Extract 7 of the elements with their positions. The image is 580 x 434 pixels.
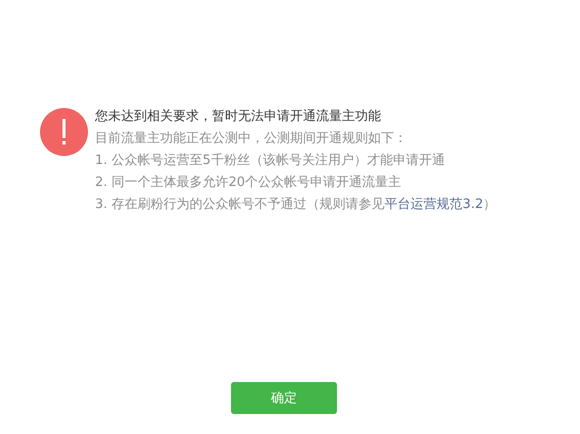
warning-icon: [40, 108, 88, 156]
rule-text: 3. 存在刷粉行为的公众帐号不予通过（规则请参见平台运营规范3.2）: [95, 196, 496, 214]
message-text: 目前流量主功能正在公测中，公测期间开通规则如下：: [95, 130, 408, 148]
rules-link[interactable]: 平台运营规范3.2: [384, 197, 484, 212]
message-title: 您未达到相关要求，暂时无法申请开通流量主功能: [95, 108, 382, 126]
rule-text: 2. 同一个主体最多允许20个公众帐号申请开通流量主: [95, 174, 402, 192]
rule-text: 1. 公众帐号运营至5千粉丝（该帐号关注用户）才能申请开通: [95, 152, 446, 170]
